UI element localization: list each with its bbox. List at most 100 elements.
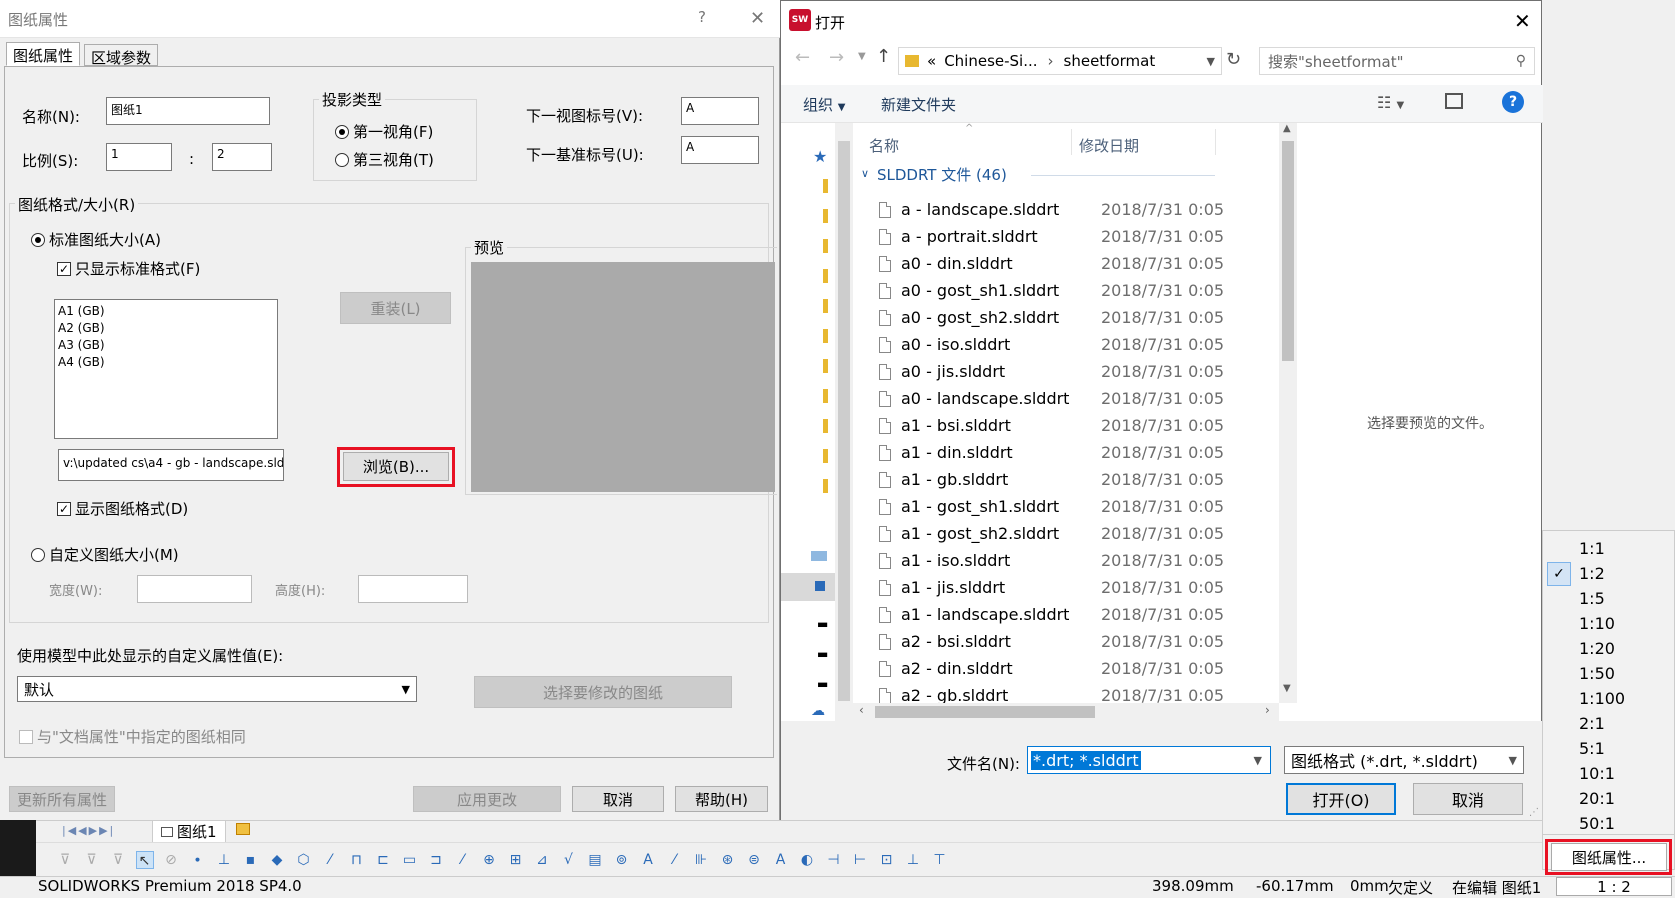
scale-menu-item[interactable]: 1:50 <box>1579 664 1615 683</box>
filter-icon[interactable]: ⊽ <box>56 851 74 869</box>
drive-icon[interactable]: ▬ <box>817 647 828 661</box>
file-row[interactable]: a2 - din.slddrt 2018/7/31 0:05 <box>853 655 1243 682</box>
projection-first-radio[interactable]: 第一视角(F) <box>335 121 433 142</box>
folder-icon[interactable] <box>823 269 828 283</box>
search-input[interactable]: 搜索"sheetformat" ⚲ <box>1259 47 1535 75</box>
help-button[interactable]: 帮助(H) <box>675 786 768 812</box>
custom-size-radio[interactable]: 自定义图纸大小(M) <box>31 544 179 565</box>
apply-button[interactable]: 应用更改 <box>413 786 561 812</box>
close-icon[interactable]: ✕ <box>750 8 765 29</box>
breadcrumb-current[interactable]: sheetformat <box>1064 52 1156 70</box>
folder-icon[interactable] <box>823 179 828 193</box>
next-view-input[interactable]: A <box>681 97 759 125</box>
line-icon[interactable]: ⁄ <box>321 851 339 869</box>
face-icon[interactable]: ▪ <box>242 851 260 869</box>
drive-icon[interactable]: ▬ <box>817 677 828 691</box>
angle-icon[interactable]: ⊿ <box>533 851 551 869</box>
scale-menu-item[interactable]: 1:10 <box>1579 614 1615 633</box>
drive-icon[interactable]: ▬ <box>817 617 828 631</box>
filter-off-icon[interactable]: ⊘ <box>162 851 180 869</box>
filename-input[interactable]: *.drt; *.slddrt ▼ <box>1027 746 1271 774</box>
scale-menu-item[interactable]: 1:2 <box>1579 564 1605 583</box>
scale-menu-item[interactable]: 5:1 <box>1579 739 1605 758</box>
height-input[interactable] <box>358 575 468 603</box>
hscroll-thumb[interactable] <box>875 706 1095 718</box>
quick-access-star-icon[interactable]: ★ <box>813 147 827 166</box>
list-item[interactable]: A4 (GB) <box>58 354 274 371</box>
custom-prop-select[interactable]: 默认 ▼ <box>17 676 417 702</box>
file-row[interactable]: a0 - iso.slddrt 2018/7/31 0:05 <box>853 331 1243 358</box>
file-row[interactable]: a - portrait.slddrt 2018/7/31 0:05 <box>853 223 1243 250</box>
paper-size-list[interactable]: A1 (GB) A2 (GB) A3 (GB) A4 (GB) <box>54 299 278 439</box>
browse-button[interactable]: 浏览(B)... <box>343 452 449 481</box>
add-sheet-icon[interactable] <box>236 823 250 835</box>
selected-nav-item[interactable] <box>781 573 835 601</box>
folder-icon[interactable] <box>823 239 828 253</box>
tab-sheet-properties[interactable]: 图纸属性 <box>6 42 81 66</box>
cancel-button[interactable]: 取消 <box>572 786 664 812</box>
file-row[interactable]: a0 - landscape.slddrt 2018/7/31 0:05 <box>853 385 1243 412</box>
folder-icon[interactable] <box>823 329 828 343</box>
new-folder-button[interactable]: 新建文件夹 <box>881 94 956 115</box>
folder-icon[interactable] <box>823 449 828 463</box>
block-icon[interactable]: ⊡ <box>878 851 896 869</box>
hole-icon[interactable]: ⊣ <box>825 851 843 869</box>
scale-menu-item[interactable]: 10:1 <box>1579 764 1615 783</box>
file-row[interactable]: a0 - jis.slddrt 2018/7/31 0:05 <box>853 358 1243 385</box>
column-header-date[interactable]: 修改日期 <box>1079 135 1139 156</box>
file-row[interactable]: a0 - din.slddrt 2018/7/31 0:05 <box>853 250 1243 277</box>
width-input[interactable] <box>137 575 252 603</box>
filter-icon[interactable]: ⊽ <box>109 851 127 869</box>
list-item[interactable]: A1 (GB) <box>58 303 274 320</box>
scale-menu-item[interactable]: 1:20 <box>1579 639 1615 658</box>
breadcrumb-parent[interactable]: Chinese-Si... <box>944 52 1037 70</box>
scroll-left-icon[interactable]: ‹ <box>859 703 864 717</box>
tolerance-icon[interactable]: ⊤ <box>931 851 949 869</box>
scroll-down-icon[interactable]: ▼ <box>1283 683 1291 694</box>
datum-target-icon[interactable]: ⊥ <box>904 851 922 869</box>
vscroll-thumb[interactable] <box>1282 141 1294 361</box>
grid-icon[interactable]: ⊞ <box>507 851 525 869</box>
sheet-nav-arrows-icon[interactable]: |◀◀▶▶| <box>62 824 115 837</box>
chevron-down-icon[interactable]: ▼ <box>1254 754 1262 767</box>
list-item[interactable]: A2 (GB) <box>58 320 274 337</box>
stack-icon[interactable]: ⊜ <box>745 851 763 869</box>
table-icon[interactable]: ▤ <box>586 851 604 869</box>
folder-icon[interactable] <box>823 299 828 313</box>
forward-arrow-icon[interactable]: → <box>829 47 844 68</box>
open-button[interactable]: 打开(O) <box>1286 783 1396 815</box>
scale-right-input[interactable]: 2 <box>212 143 272 171</box>
center-icon[interactable]: ⊕ <box>480 851 498 869</box>
organize-button[interactable]: 组织 ▼ <box>803 94 846 115</box>
help-icon[interactable]: ? <box>698 8 706 26</box>
help-icon[interactable]: ? <box>1502 91 1524 113</box>
filter-icon[interactable]: ⊽ <box>83 851 101 869</box>
group-title[interactable]: SLDDRT 文件 (46) <box>877 164 1007 185</box>
projection-third-radio[interactable]: 第三视角(T) <box>335 149 434 170</box>
sheet-properties-menu-item[interactable]: 图纸属性... <box>1551 843 1667 871</box>
vertical-scrollbar[interactable]: ▲ ▼ <box>1279 123 1297 703</box>
this-pc-icon[interactable] <box>811 551 827 561</box>
part-icon[interactable]: ⬡ <box>295 851 313 869</box>
show-format-checkbox[interactable]: ✓ 显示图纸格式(D) <box>57 498 188 519</box>
view-options-icon[interactable]: ☷ ▼ <box>1377 93 1404 112</box>
status-scale[interactable]: 1 : 2 <box>1556 877 1672 896</box>
recent-dropdown-icon[interactable]: ▼ <box>858 51 866 62</box>
file-row[interactable]: a2 - bsi.slddrt 2018/7/31 0:05 <box>853 628 1243 655</box>
refresh-icon[interactable]: ↻ <box>1226 49 1241 70</box>
file-row[interactable]: a1 - din.slddrt 2018/7/31 0:05 <box>853 439 1243 466</box>
scale-menu-item[interactable]: 50:1 <box>1579 814 1615 833</box>
folder-icon[interactable] <box>823 389 828 403</box>
folder-icon[interactable] <box>823 479 828 493</box>
weld-icon[interactable]: ⊪ <box>692 851 710 869</box>
file-row[interactable]: a1 - jis.slddrt 2018/7/31 0:05 <box>853 574 1243 601</box>
bracket-icon[interactable]: ⊏ <box>374 851 392 869</box>
preview-pane-icon[interactable] <box>1445 93 1463 109</box>
scale-left-input[interactable]: 1 <box>106 143 172 171</box>
scale-menu-item[interactable]: 1:100 <box>1579 689 1625 708</box>
cosmetic-icon[interactable]: ⊢ <box>851 851 869 869</box>
edge-icon[interactable]: ◆ <box>268 851 286 869</box>
point-icon[interactable]: ∙ <box>189 851 207 869</box>
address-bar[interactable]: « Chinese-Si... › sheetformat ▼ <box>898 47 1222 75</box>
datum-icon[interactable]: ⊚ <box>613 851 631 869</box>
